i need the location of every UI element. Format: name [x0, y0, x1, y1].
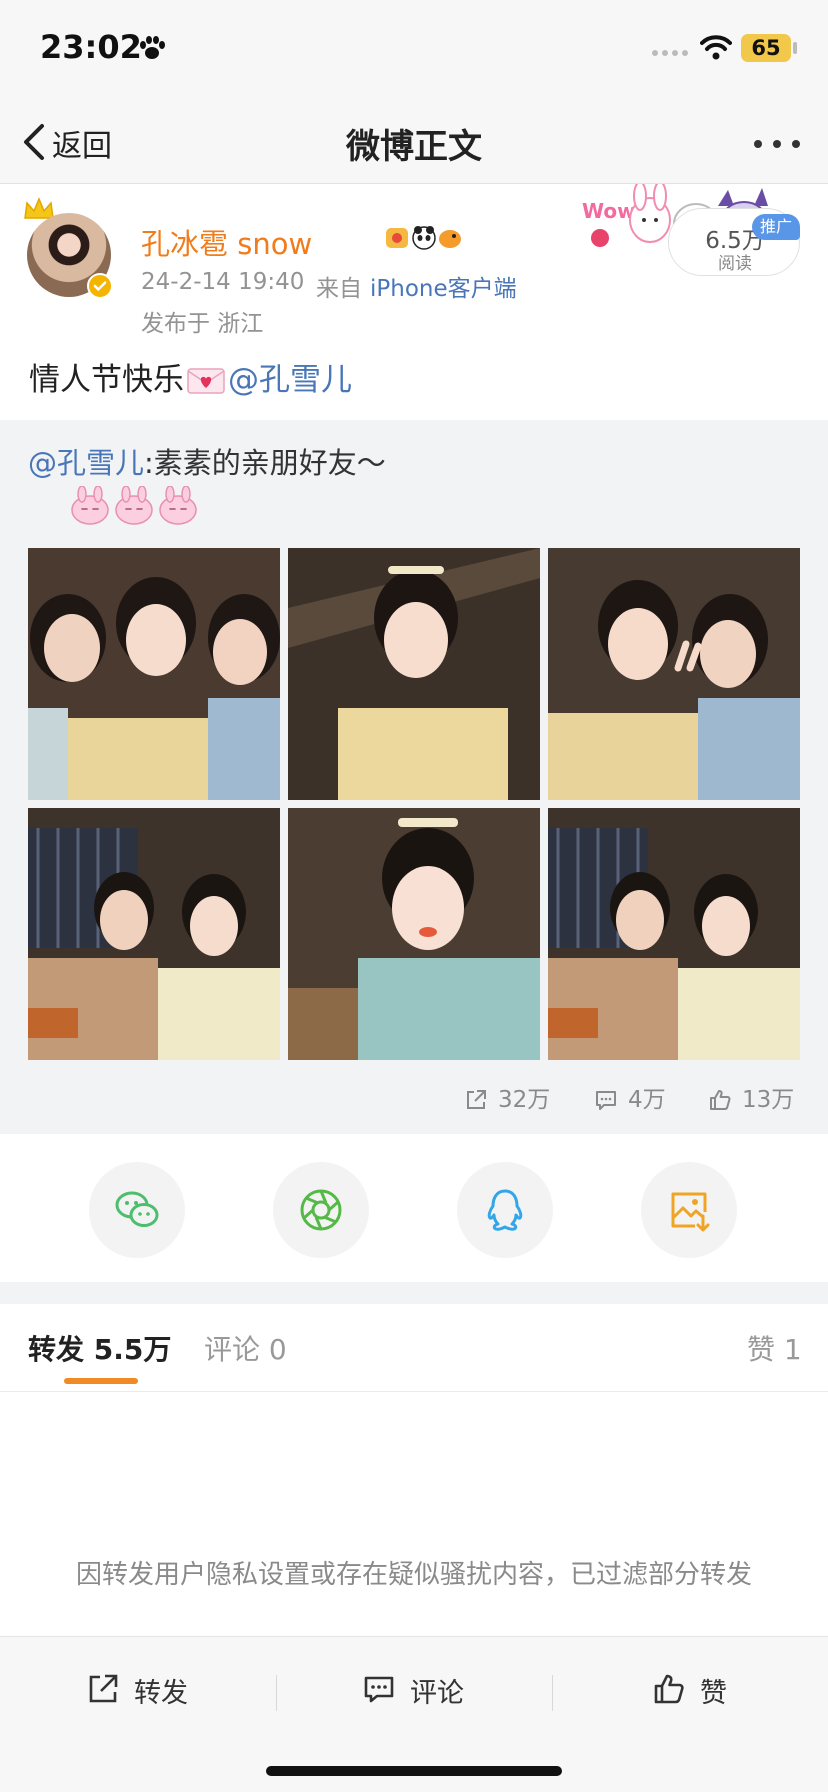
tab-reposts[interactable]: 转发 5.5万: [28, 1328, 171, 1368]
repost-text-body: :素素的亲朋好友～: [144, 446, 386, 480]
like-icon: [710, 1090, 731, 1110]
save-image-button[interactable]: [641, 1162, 737, 1258]
home-indicator: [266, 1766, 562, 1776]
comment-icon: [364, 1676, 394, 1703]
share-wechat-button[interactable]: [89, 1162, 185, 1258]
like-count-value: 13万: [742, 1087, 795, 1113]
signal-icon: [652, 50, 688, 56]
status-time: 23:02: [40, 28, 142, 66]
comment-icon: [596, 1091, 616, 1110]
wifi-icon: [700, 35, 732, 60]
like-button[interactable]: 赞: [652, 1669, 752, 1709]
photo-2[interactable]: [288, 548, 540, 800]
repost-mention-link[interactable]: @孔雪儿: [28, 446, 144, 480]
share-qq-button[interactable]: [457, 1162, 553, 1258]
svg-text:Wow: Wow: [582, 199, 636, 223]
photo-3-image: [548, 548, 800, 800]
photo-5-image: [288, 808, 540, 1060]
battery-level: 65: [751, 36, 781, 60]
wechat-icon: [115, 1191, 159, 1227]
toolbar-divider: [552, 1675, 553, 1711]
filter-note: 因转发用户隐私设置或存在疑似骚扰内容，已过滤部分转发: [75, 1560, 752, 1590]
mention-link[interactable]: @孔雪儿: [228, 362, 352, 398]
photo-4[interactable]: [28, 808, 280, 1060]
repost-button[interactable]: 转发: [86, 1669, 206, 1709]
share-row: [0, 1134, 828, 1282]
photo-1[interactable]: [28, 548, 280, 800]
like-button-label: 赞: [700, 1678, 727, 1709]
bunny-emoji-icon: [71, 486, 197, 525]
save-image-icon: [671, 1192, 710, 1232]
post-time: 24-2-14 19:40: [141, 269, 305, 295]
comment-count-value: 4万: [628, 1087, 666, 1113]
moments-icon: [300, 1189, 342, 1231]
share-moments-button[interactable]: [273, 1162, 369, 1258]
ad-views-label: 阅读: [718, 254, 752, 274]
post-text-body: 情人节快乐: [29, 362, 184, 398]
like-icon: [654, 1674, 684, 1704]
toolbar-divider: [276, 1675, 277, 1711]
user-badges-icon: [386, 226, 461, 250]
verified-badge-icon: [87, 273, 113, 299]
post-text: 情人节快乐 @孔雪儿: [29, 354, 352, 399]
username[interactable]: 孔冰雹 snow: [141, 221, 312, 263]
interaction-tabs: 转发 5.5万 评论 0 赞 1: [0, 1304, 828, 1392]
photo-3[interactable]: [548, 548, 800, 800]
photo-6-image: [548, 808, 800, 1060]
qq-icon: [487, 1189, 523, 1231]
battery-indicator: 65: [741, 34, 791, 62]
section-divider: [0, 1282, 828, 1304]
repost-block[interactable]: @孔雪儿:素素的亲朋好友～ 32万 4万 13万: [0, 420, 828, 1134]
battery-cap: [793, 42, 797, 54]
post-source[interactable]: iPhone客户端: [370, 269, 517, 303]
nav-bar: 返回 微博正文: [0, 100, 828, 184]
photo-4-image: [28, 808, 280, 1060]
status-bar: 23:02 65: [0, 0, 828, 100]
photo-2-image: [288, 548, 540, 800]
tab-likes[interactable]: 赞 1: [747, 1328, 802, 1368]
page-title: 微博正文: [346, 127, 482, 167]
comment-button[interactable]: 评论: [362, 1669, 482, 1709]
repost-text: @孔雪儿:素素的亲朋好友～: [28, 440, 386, 482]
photo-6[interactable]: [548, 808, 800, 1060]
comment-button-label: 评论: [410, 1678, 464, 1709]
active-tab-indicator: [64, 1378, 138, 1384]
post-source-label: 来自: [316, 276, 362, 302]
love-letter-icon: [187, 368, 225, 394]
repost-count-value: 32万: [498, 1087, 551, 1113]
tab-comments[interactable]: 评论 0: [204, 1328, 287, 1368]
photo-1-image: [28, 548, 280, 800]
repost-icon: [467, 1090, 486, 1109]
paw-icon: [140, 36, 165, 59]
more-icon[interactable]: [752, 138, 802, 150]
repost-icon: [89, 1674, 118, 1703]
repost-stats: 32万 4万 13万: [0, 1084, 828, 1116]
photo-5[interactable]: [288, 808, 540, 1060]
ad-tag: 推广: [752, 214, 800, 240]
post-location: 发布于 浙江: [141, 311, 264, 337]
repost-button-label: 转发: [134, 1678, 188, 1709]
